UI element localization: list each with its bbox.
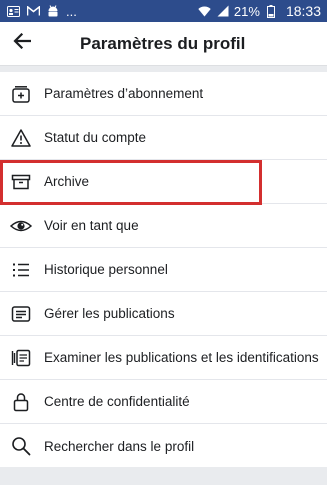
contact-card-icon <box>6 4 20 18</box>
status-time: 18:33 <box>285 3 321 19</box>
menu-item-privacy-center[interactable]: Centre de confidentialité <box>0 380 327 424</box>
page-title: Paramètres du profil <box>80 33 246 53</box>
battery-icon <box>264 4 278 18</box>
profile-settings-list: Paramètres d’abonnement Statut du compte… <box>0 72 327 468</box>
menu-item-label: Historique personnel <box>44 262 168 277</box>
menu-item-label: Paramètres d’abonnement <box>44 86 204 101</box>
more-dots-icon: ... <box>66 3 77 19</box>
menu-item-search-profile[interactable]: Rechercher dans le profil <box>0 424 327 468</box>
menu-item-view-as[interactable]: Voir en tant que <box>0 204 327 248</box>
page-header: Paramètres du profil <box>0 22 327 66</box>
eye-icon <box>10 215 32 237</box>
menu-item-label: Rechercher dans le profil <box>44 438 195 454</box>
menu-item-label: Voir en tant que <box>44 218 139 233</box>
menu-item-label: Archive <box>44 174 90 189</box>
status-bar-right: 21% 18:33 <box>198 3 321 19</box>
battery-percent: 21% <box>233 3 260 19</box>
menu-item-review-posts-tags[interactable]: Examiner les publications et les identif… <box>0 336 327 380</box>
warning-icon <box>10 127 32 149</box>
menu-item-archive[interactable]: Archive <box>0 160 327 204</box>
menu-item-manage-posts[interactable]: Gérer les publications <box>0 292 327 336</box>
status-bar: ... 21% 18:33 <box>0 0 327 22</box>
menu-item-label: Centre de confidentialité <box>44 394 190 409</box>
menu-item-activity-log[interactable]: Historique personnel <box>0 248 327 292</box>
menu-item-label: Examiner les publications et les identif… <box>44 350 319 365</box>
menu-item-account-status[interactable]: Statut du compte <box>0 116 327 160</box>
android-icon <box>46 4 60 18</box>
menu-item-label: Statut du compte <box>44 130 147 145</box>
menu-item-label: Gérer les publications <box>44 306 175 321</box>
search-icon <box>10 435 32 457</box>
manage-posts-icon <box>10 303 32 325</box>
status-bar-left: ... <box>6 4 77 19</box>
signal-icon <box>216 4 230 18</box>
arrow-left-icon[interactable] <box>13 32 32 54</box>
gmail-icon <box>26 4 40 18</box>
back-button[interactable] <box>2 22 42 66</box>
review-tags-icon <box>10 347 32 369</box>
menu-item-subscription-settings[interactable]: Paramètres d’abonnement <box>0 72 327 116</box>
lock-icon <box>10 391 32 413</box>
archive-box-icon <box>10 171 32 193</box>
activity-list-icon <box>10 259 32 281</box>
subscription-icon <box>10 83 32 105</box>
section-separator-bottom <box>0 467 327 485</box>
wifi-icon <box>198 4 212 18</box>
